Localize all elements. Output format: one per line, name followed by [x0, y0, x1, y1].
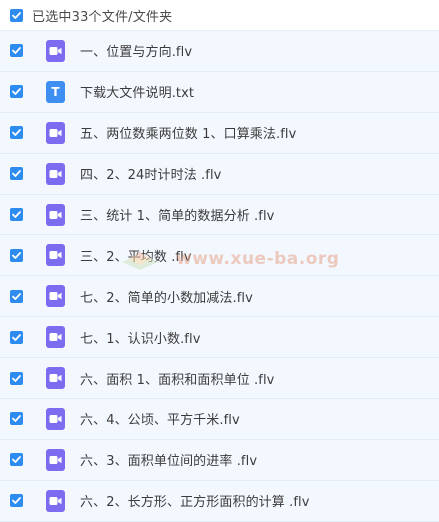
file-name[interactable]: 下载大文件说明.txt — [80, 82, 194, 101]
file-name[interactable]: 六、3、面积单位间的进率 .flv — [80, 450, 257, 469]
checkmark-icon — [12, 47, 21, 55]
selection-header: 已选中33个文件/文件夹 — [0, 0, 439, 31]
file-name[interactable]: 三、2、平均数 .flv — [80, 246, 192, 265]
video-file-icon — [46, 39, 65, 62]
file-checkbox[interactable] — [10, 289, 23, 303]
file-name[interactable]: 一、位置与方向.flv — [80, 41, 192, 60]
file-checkbox[interactable] — [10, 453, 23, 467]
text-file-icon: T — [46, 80, 65, 103]
checkmark-icon — [12, 374, 21, 382]
file-row[interactable]: 四、2、24时计时法 .flv — [0, 153, 439, 195]
file-name[interactable]: 七、1、认识小数.flv — [80, 328, 201, 347]
checkmark-icon — [12, 11, 21, 19]
file-checkbox[interactable] — [10, 330, 23, 344]
checkmark-icon — [12, 292, 21, 300]
file-row[interactable]: 六、3、面积单位间的进率 .flv — [0, 439, 439, 481]
file-checkbox[interactable] — [10, 85, 23, 99]
video-file-icon — [46, 203, 65, 226]
video-file-icon — [46, 407, 65, 430]
video-file-icon — [46, 244, 65, 267]
checkmark-icon — [12, 129, 21, 137]
file-selection-panel: 已选中33个文件/文件夹 一、位置与方向.flv T 下载大文件说明.txt 五… — [0, 0, 439, 522]
file-checkbox[interactable] — [10, 44, 23, 58]
video-file-icon — [46, 326, 65, 349]
file-name[interactable]: 三、统计 1、简单的数据分析 .flv — [80, 205, 274, 224]
checkmark-icon — [12, 88, 21, 96]
video-file-icon — [46, 285, 65, 308]
file-row[interactable]: 六、面积 1、面积和面积单位 .flv — [0, 358, 439, 400]
file-checkbox[interactable] — [10, 371, 23, 385]
file-row[interactable]: 七、1、认识小数.flv — [0, 317, 439, 359]
file-row[interactable]: 三、统计 1、简单的数据分析 .flv — [0, 194, 439, 236]
file-checkbox[interactable] — [10, 208, 23, 221]
file-name[interactable]: 六、4、公顷、平方千米.flv — [80, 409, 240, 428]
file-checkbox[interactable] — [10, 126, 23, 140]
file-row[interactable]: 六、4、公顷、平方千米.flv — [0, 399, 439, 440]
file-list: 一、位置与方向.flv T 下载大文件说明.txt 五、两位数乘两位数 1、口算… — [0, 31, 439, 522]
file-row[interactable]: T 下载大文件说明.txt — [0, 71, 439, 113]
checkmark-icon — [12, 497, 21, 505]
file-row[interactable]: 一、位置与方向.flv — [0, 31, 439, 72]
checkmark-icon — [12, 211, 21, 218]
checkmark-icon — [12, 456, 21, 464]
file-checkbox[interactable] — [10, 248, 23, 262]
file-checkbox[interactable] — [10, 167, 23, 181]
text-glyph: T — [51, 84, 60, 99]
file-row[interactable]: 五、两位数乘两位数 1、口算乘法.flv — [0, 112, 439, 154]
file-row[interactable]: 三、2、平均数 .flv — [0, 235, 439, 277]
checkmark-icon — [12, 170, 21, 178]
select-all-checkbox[interactable] — [10, 8, 23, 22]
file-row[interactable]: 七、2、简单的小数加减法.flv — [0, 276, 439, 318]
selection-count-label: 已选中33个文件/文件夹 — [32, 9, 173, 25]
file-row[interactable]: 六、2、长方形、正方形面积的计算 .flv — [0, 480, 439, 522]
checkmark-icon — [12, 415, 21, 423]
video-file-icon — [46, 489, 65, 512]
video-file-icon — [46, 367, 65, 390]
video-file-icon — [46, 448, 65, 471]
file-name[interactable]: 六、面积 1、面积和面积单位 .flv — [80, 369, 274, 388]
file-name[interactable]: 五、两位数乘两位数 1、口算乘法.flv — [80, 123, 296, 142]
file-name[interactable]: 六、2、长方形、正方形面积的计算 .flv — [80, 491, 310, 510]
checkmark-icon — [12, 251, 21, 259]
file-checkbox[interactable] — [10, 494, 23, 508]
video-file-icon — [46, 162, 65, 185]
checkmark-icon — [12, 333, 21, 341]
file-checkbox[interactable] — [10, 412, 23, 426]
file-name[interactable]: 四、2、24时计时法 .flv — [80, 164, 221, 183]
file-name[interactable]: 七、2、简单的小数加减法.flv — [80, 287, 253, 306]
video-file-icon — [46, 121, 65, 144]
